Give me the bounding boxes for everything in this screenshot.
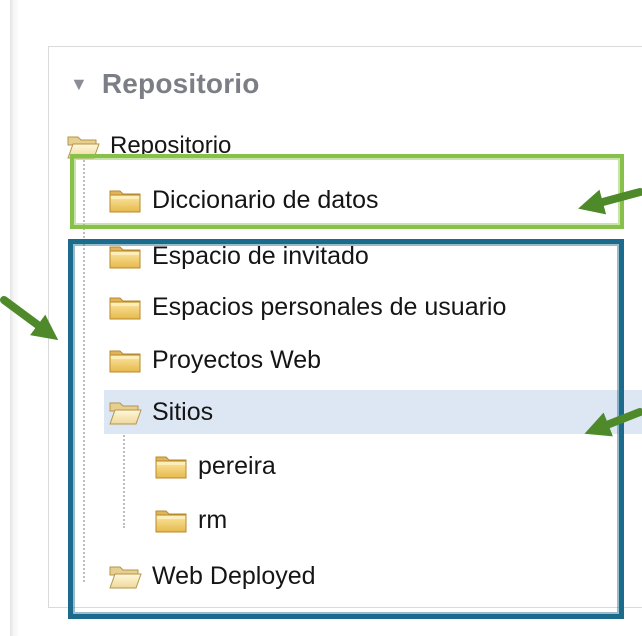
tree-node-label: Sitios — [152, 397, 214, 426]
tree-node-rm[interactable]: rm — [154, 498, 227, 542]
folder-open-icon — [66, 131, 100, 161]
folder-open-icon — [108, 561, 142, 591]
tree-node-label: Espacio de invitado — [152, 241, 369, 270]
folder-open-icon — [108, 397, 142, 427]
panel-title: Repositorio — [101, 68, 260, 99]
tree-node-proyectos-web[interactable]: Proyectos Web — [108, 338, 321, 382]
folder-closed-icon — [154, 451, 188, 481]
tree-node-espacios-personales[interactable]: Espacios personales de usuario — [108, 285, 506, 329]
tree-line-level-2 — [123, 432, 125, 528]
triangle-down-icon[interactable]: ▼ — [70, 75, 88, 93]
tree-node-root[interactable]: Repositorio — [66, 124, 231, 168]
folder-closed-icon — [108, 185, 142, 215]
tree-node-diccionario-de-datos[interactable]: Diccionario de datos — [108, 178, 379, 222]
tree-line-level-1 — [83, 152, 85, 582]
tree-node-label: Diccionario de datos — [152, 185, 379, 214]
folder-closed-icon — [154, 505, 188, 535]
tree-node-label: Web Deployed — [152, 561, 316, 590]
tree-node-label: pereira — [198, 451, 276, 480]
tree-node-label: rm — [198, 505, 228, 534]
folder-closed-icon — [108, 292, 142, 322]
folder-closed-icon — [108, 241, 142, 271]
tree-node-sitios[interactable]: Sitios — [104, 390, 642, 434]
folder-closed-icon — [108, 345, 142, 375]
panel-header[interactable]: ▼ Repositorio — [70, 62, 260, 106]
tree-node-pereira[interactable]: pereira — [154, 444, 276, 488]
tree-node-web-deployed[interactable]: Web Deployed — [108, 554, 316, 598]
tree-node-label: Proyectos Web — [152, 345, 322, 374]
tree-node-espacio-de-invitado[interactable]: Espacio de invitado — [108, 234, 369, 278]
tree-node-label: Repositorio — [110, 132, 232, 159]
tree-node-label: Espacios personales de usuario — [152, 292, 507, 321]
